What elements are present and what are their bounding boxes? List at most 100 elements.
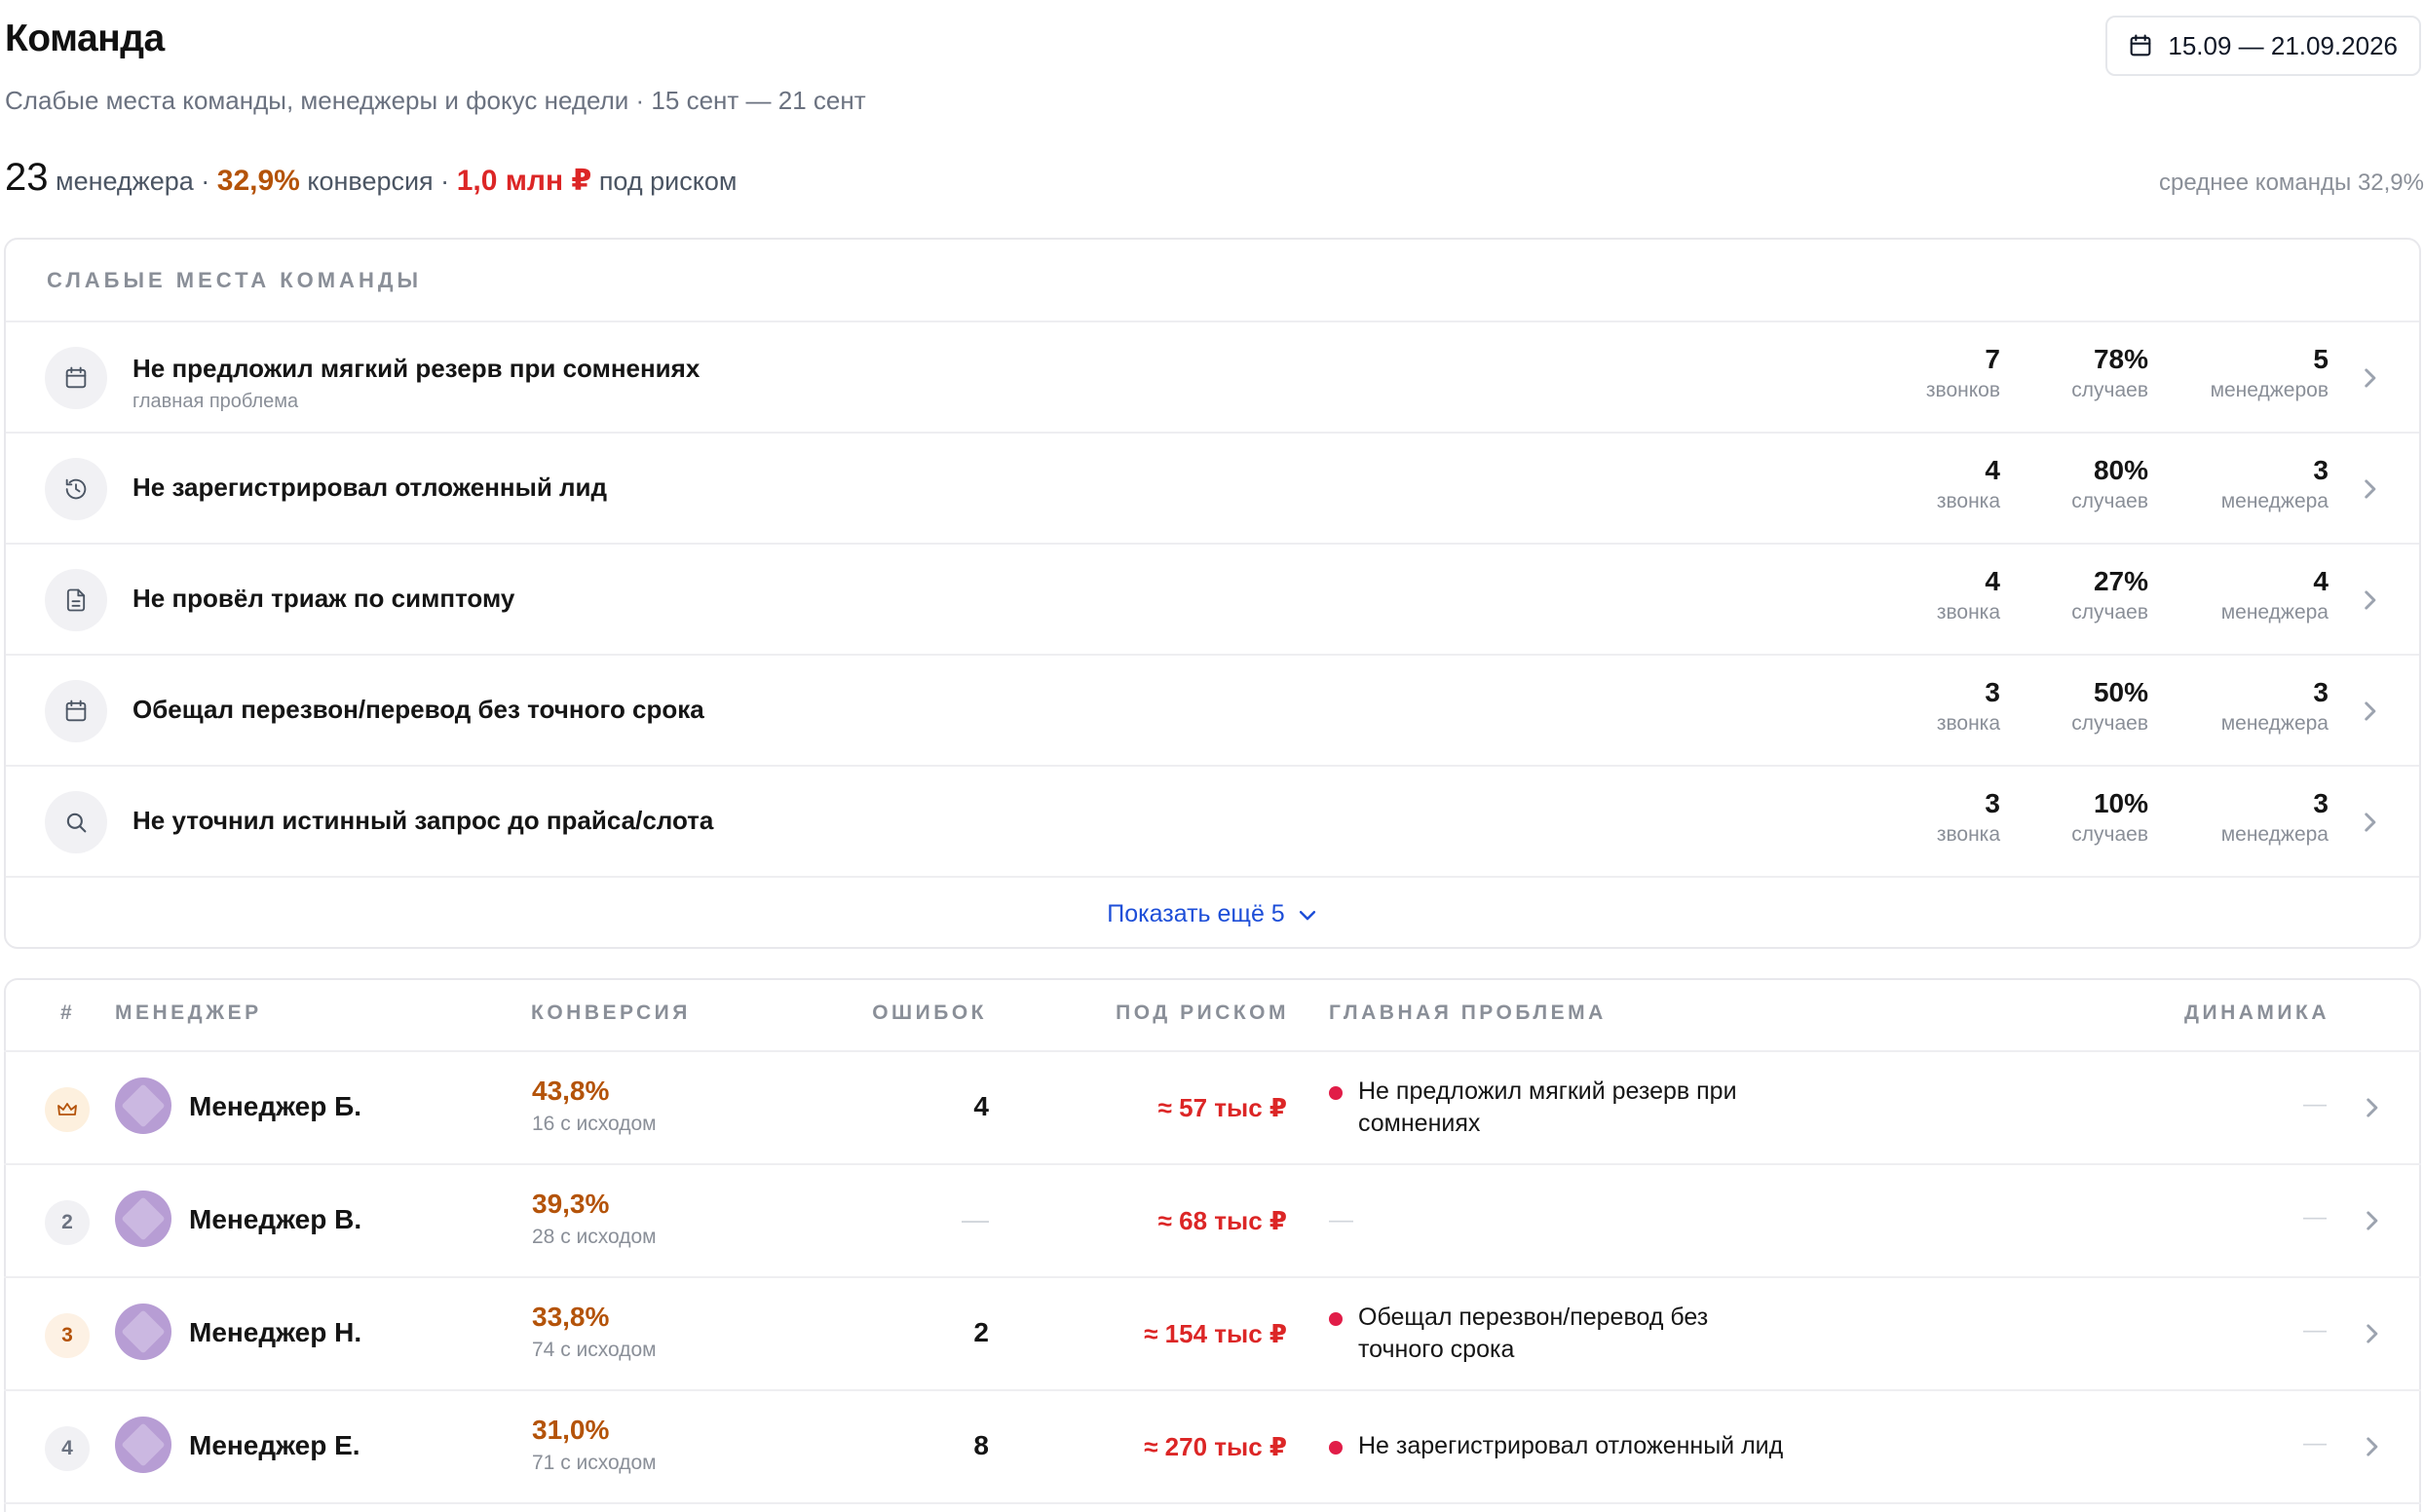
weak-spot-managers: 3 менеджера [2220, 455, 2329, 512]
weak-spot-cases: 27% случаев [2071, 566, 2148, 624]
chevron-right-icon [2367, 1098, 2378, 1117]
column-at-risk[interactable]: ПОД РИСКОМ [1116, 1002, 1289, 1025]
table-row[interactable]: 4 Менеджер Е. 31,0% 71 с исходом 8 ≈ 270… [4, 1391, 2421, 1504]
weak-spot-cases: 80% случаев [2071, 455, 2148, 512]
table-row[interactable]: 2 Менеджер В. 39,3% 28 с исходом — ≈ 68 … [4, 1165, 2421, 1278]
status-dot [1329, 1441, 1343, 1455]
weak-spot-managers: 5 менеджеров [2210, 344, 2329, 401]
chevron-right-icon [2367, 1437, 2378, 1456]
calendar-icon [45, 680, 107, 742]
weak-spots-card: СЛАБЫЕ МЕСТА КОМАНДЫ Не предложил мягкий… [4, 238, 2421, 949]
manager-dynamics: — [2303, 1091, 2327, 1117]
avatar [115, 1191, 171, 1247]
weak-spot-cases: 50% случаев [2071, 677, 2148, 735]
rank-badge [45, 1087, 90, 1132]
chevron-right-icon [2367, 1211, 2378, 1230]
column-main-problem: ГЛАВНАЯ ПРОБЛЕМА [1329, 1002, 1607, 1024]
manager-dynamics: — [2303, 1204, 2327, 1230]
weak-spot-title: Не зарегистрировал отложенный лид [133, 472, 608, 502]
rank-badge: 3 [45, 1313, 90, 1358]
weak-spot-subtitle: главная проблема [133, 391, 299, 412]
chevron-right-icon [2365, 590, 2376, 610]
status-dot [1329, 1086, 1343, 1100]
manager-conversion: 43,8% 16 с исходом [532, 1076, 657, 1135]
rank-badge: 4 [45, 1426, 90, 1471]
show-more-label: Показать ещё 5 [1107, 900, 1285, 927]
manager-errors: 4 [973, 1091, 989, 1121]
manager-name[interactable]: Менеджер Н. [189, 1317, 361, 1348]
weak-spot-cases: 78% случаев [2071, 344, 2148, 401]
weak-spot-row[interactable]: Не зарегистрировал отложенный лид 4 звонк… [6, 434, 2419, 545]
weak-spot-title: Не провёл триаж по симптому [133, 584, 515, 613]
weak-spot-title: Не уточнил истинный запрос до прайса/сло… [133, 806, 714, 835]
manager-at-risk: ≈ 68 тыс ₽ [1157, 1206, 1287, 1235]
avatar [115, 1077, 171, 1134]
weak-spot-calls: 4 звонка [1936, 566, 2000, 624]
column-errors[interactable]: ОШИБОК [872, 1002, 987, 1025]
manager-dynamics: — [2303, 1317, 2327, 1343]
column-conversion[interactable]: КОНВЕРСИЯ [531, 1002, 691, 1025]
weak-spot-calls: 4 звонка [1936, 455, 2000, 512]
manager-conversion: 31,0% 71 с исходом [532, 1415, 657, 1474]
calendar-icon [2130, 34, 2151, 57]
weak-spot-calls: 3 звонка [1936, 677, 2000, 735]
manager-main-problem: Не зарегистрировал отложенный лид [1329, 1430, 1913, 1462]
weak-spot-row[interactable]: Не провёл триаж по симптому 4 звонка 27% с… [6, 545, 2419, 656]
chevron-right-icon [2365, 368, 2376, 388]
team-average: среднее команды 32,9% [2159, 170, 2424, 196]
table-row[interactable]: 3 Менеджер Н. 33,8% 74 с исходом 2 ≈ 154… [4, 1278, 2421, 1391]
crown-icon [57, 1103, 77, 1115]
status-dot [1329, 1312, 1343, 1326]
avatar [115, 1417, 171, 1473]
team-at-risk: 1,0 млн ₽ [456, 165, 592, 197]
managers-count-label: менеджера · [48, 167, 217, 196]
column-rank: # [60, 1002, 76, 1024]
chevron-right-icon [2365, 813, 2376, 832]
calendar-icon [45, 347, 107, 409]
manager-at-risk: ≈ 154 тыс ₽ [1144, 1319, 1287, 1348]
weak-spot-calls: 3 звонка [1936, 788, 2000, 846]
weak-spots-heading: СЛАБЫЕ МЕСТА КОМАНДЫ [6, 240, 2419, 322]
manager-at-risk: ≈ 57 тыс ₽ [1157, 1093, 1287, 1122]
chevron-right-icon [2367, 1324, 2378, 1343]
team-conversion: 32,9% [216, 165, 300, 197]
manager-main-problem: Не предложил мягкий резерв при сомнениях [1329, 1076, 1787, 1140]
chevron-right-icon [2365, 479, 2376, 499]
weak-spot-row[interactable]: Не уточнил истинный запрос до прайса/сло… [6, 767, 2419, 878]
team-at-risk-label: под риском [591, 167, 738, 196]
manager-conversion: 33,8% 74 с исходом [532, 1302, 657, 1361]
manager-main-problem: Обещал перезвон/перевод без точного срок… [1329, 1302, 1787, 1366]
team-conversion-label: конверсия · [299, 167, 457, 196]
show-more-button[interactable]: Показать ещё 5 [6, 878, 2419, 947]
search-icon [45, 791, 107, 853]
team-page: Команда Слабые места команды, менеджеры … [0, 0, 2424, 1512]
page-title: Команда [5, 18, 165, 59]
weak-spot-cases: 10% случаев [2071, 788, 2148, 846]
manager-main-problem: — [1329, 1206, 1353, 1233]
weak-spot-row[interactable]: Обещал перезвон/перевод без точного срок… [6, 656, 2419, 767]
manager-dynamics: — [2303, 1430, 2327, 1456]
table-row[interactable]: Менеджер Б. 43,8% 16 с исходом 4 ≈ 57 ты… [4, 1052, 2421, 1165]
weak-spot-row[interactable]: Не предложил мягкий резерв при сомнениях… [6, 322, 2419, 434]
manager-errors: — [962, 1204, 989, 1234]
page-subtitle: Слабые места команды, менеджеры и фокус … [5, 86, 866, 115]
avatar [115, 1304, 171, 1360]
manager-conversion: 39,3% 28 с исходом [532, 1189, 657, 1248]
weak-spot-calls: 7 звонков [1925, 344, 2000, 401]
manager-name[interactable]: Менеджер В. [189, 1204, 361, 1235]
column-manager[interactable]: МЕНЕДЖЕР [115, 1002, 262, 1025]
manager-at-risk: ≈ 270 тыс ₽ [1144, 1432, 1287, 1461]
manager-name[interactable]: Менеджер Е. [189, 1430, 360, 1461]
manager-errors: 8 [973, 1430, 989, 1460]
weak-spot-managers: 3 менеджера [2220, 788, 2329, 846]
team-summary: 23 менеджера · 32,9% конверсия · 1,0 млн… [5, 156, 737, 200]
document-icon [45, 569, 107, 631]
date-range-button[interactable]: 15.09 — 21.09.2026 [2105, 16, 2421, 76]
chevron-right-icon [2365, 701, 2376, 721]
weak-spot-title: Обещал перезвон/перевод без точного срок… [133, 695, 704, 724]
managers-count: 23 [5, 156, 49, 199]
manager-name[interactable]: Менеджер Б. [189, 1091, 361, 1122]
weak-spot-managers: 3 менеджера [2220, 677, 2329, 735]
column-dynamics: ДИНАМИКА [2184, 1002, 2329, 1024]
weak-spot-managers: 4 менеджера [2220, 566, 2329, 624]
